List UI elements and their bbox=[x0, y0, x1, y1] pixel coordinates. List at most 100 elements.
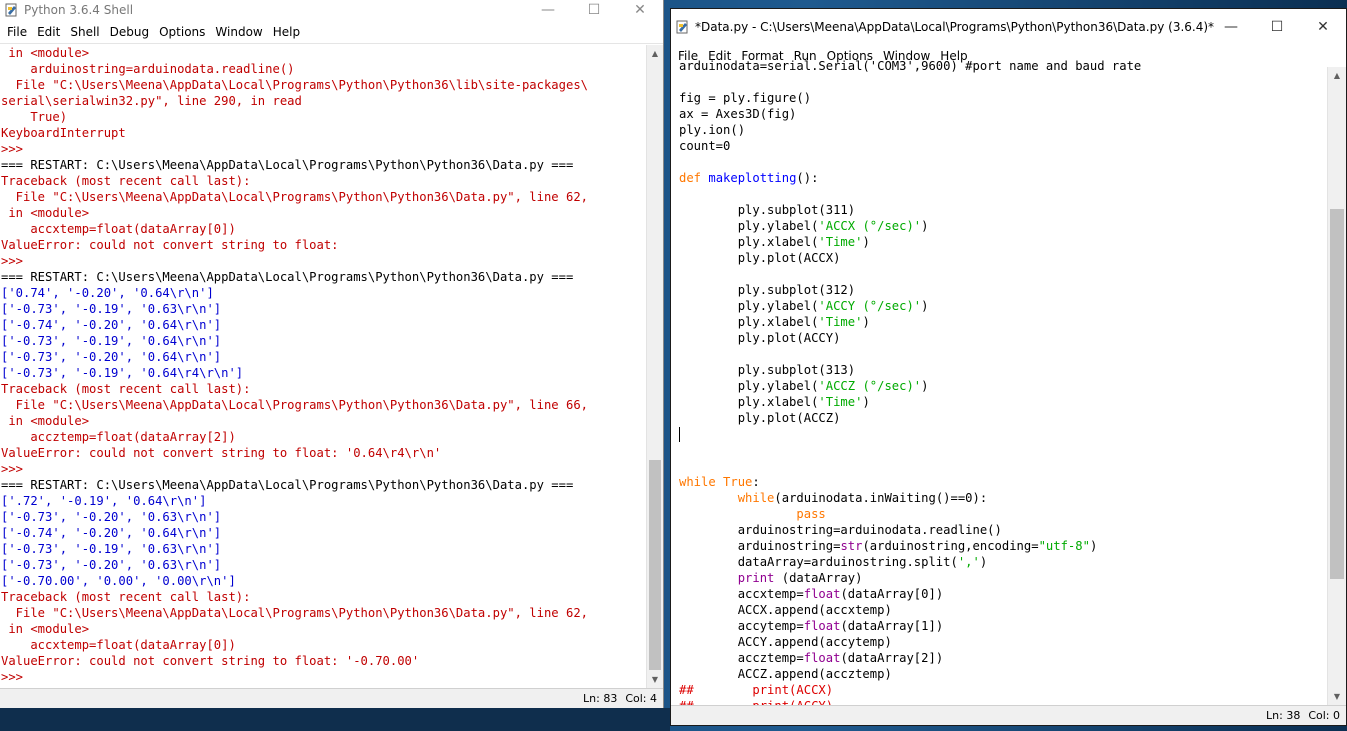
code-line: arduinostring=str(arduinostring,encoding… bbox=[671, 538, 1327, 554]
menu-file[interactable]: File bbox=[2, 25, 32, 39]
text-cursor bbox=[679, 427, 680, 442]
code-token: ) bbox=[1089, 539, 1098, 553]
shell-scrollbar[interactable]: ▲ ▼ bbox=[646, 45, 663, 688]
shell-line: === RESTART: C:\Users\Meena\AppData\Loca… bbox=[1, 270, 574, 284]
shell-line: ['.72', '-0.19', '0.64\r\n'] bbox=[1, 494, 207, 508]
code-token: accztemp= bbox=[679, 651, 804, 665]
code-line: ply.subplot(312) bbox=[671, 282, 1327, 298]
close-icon[interactable]: ✕ bbox=[1300, 9, 1346, 45]
code-line: ply.subplot(311) bbox=[671, 202, 1327, 218]
chevron-up-icon[interactable]: ▲ bbox=[647, 45, 663, 62]
code-token: str bbox=[840, 539, 863, 553]
shell-output[interactable]: in <module> arduinostring=arduinodata.re… bbox=[0, 45, 646, 688]
chevron-down-icon[interactable]: ▼ bbox=[1328, 688, 1346, 705]
code-token: float bbox=[803, 587, 841, 601]
code-token: while bbox=[737, 491, 775, 505]
editor-titlebar[interactable]: *Data.py - C:\Users\Meena\AppData\Local\… bbox=[671, 9, 1346, 45]
code-token: ply.plot(ACCZ) bbox=[679, 411, 841, 425]
shell-line: >>> bbox=[1, 254, 24, 268]
menu-help[interactable]: Help bbox=[268, 25, 305, 39]
menu-debug[interactable]: Debug bbox=[105, 25, 154, 39]
code-area[interactable]: arduinodata=serial.Serial('COM3',9600) #… bbox=[671, 58, 1327, 705]
menu-shell[interactable]: Shell bbox=[65, 25, 104, 39]
shell-line: serial\serialwin32.py", line 290, in rea… bbox=[1, 94, 302, 108]
minimize-icon[interactable]: — bbox=[1208, 9, 1254, 45]
idle-python-icon bbox=[4, 2, 20, 18]
editor-scrollbar[interactable]: ▲ ▼ bbox=[1327, 67, 1346, 705]
minimize-icon[interactable]: — bbox=[525, 0, 571, 20]
code-line: ply.plot(ACCY) bbox=[671, 330, 1327, 346]
scroll-thumb[interactable] bbox=[649, 460, 661, 670]
code-token: ply.plot(ACCX) bbox=[679, 251, 841, 265]
code-token: ply.ylabel( bbox=[679, 299, 819, 313]
shell-line: KeyboardInterrupt bbox=[1, 126, 126, 140]
code-token: ply.subplot(313) bbox=[679, 363, 856, 377]
code-line: while True: bbox=[671, 474, 1327, 490]
shell-line: ValueError: could not convert string to … bbox=[1, 238, 339, 252]
shell-line: arduinostring=arduinodata.readline() bbox=[1, 62, 295, 76]
shell-line: ['-0.73', '-0.20', '0.63\r\n'] bbox=[1, 558, 222, 572]
menu-options[interactable]: Options bbox=[154, 25, 210, 39]
code-token: arduinostring= bbox=[679, 539, 841, 553]
code-line: dataArray=arduinostring.split(',') bbox=[671, 554, 1327, 570]
taskbar-strip bbox=[0, 708, 670, 731]
maximize-icon[interactable]: ☐ bbox=[571, 0, 617, 20]
code-line: print (dataArray) bbox=[671, 570, 1327, 586]
code-token: 'Time' bbox=[818, 235, 863, 249]
code-token: ply.xlabel( bbox=[679, 315, 819, 329]
code-token: arduinodata=serial.Serial('COM3',9600) #… bbox=[679, 59, 1142, 73]
shell-line: File "C:\Users\Meena\AppData\Local\Progr… bbox=[1, 606, 588, 620]
code-token: ply.ylabel( bbox=[679, 379, 819, 393]
shell-line: ['-0.73', '-0.20', '0.63\r\n'] bbox=[1, 510, 222, 524]
menu-window[interactable]: Window bbox=[210, 25, 267, 39]
code-line: def makeplotting(): bbox=[671, 170, 1327, 186]
chevron-down-icon[interactable]: ▼ bbox=[647, 671, 663, 688]
code-token: (dataArray[2]) bbox=[840, 651, 944, 665]
shell-line: ValueError: could not convert string to … bbox=[1, 654, 420, 668]
code-token: ) bbox=[862, 315, 870, 329]
code-line: fig = ply.figure() bbox=[671, 90, 1327, 106]
code-token: while bbox=[679, 475, 724, 489]
code-line: ply.ylabel('ACCX (°/sec)') bbox=[671, 218, 1327, 234]
shell-line: ['-0.73', '-0.19', '0.64\r4\r\n'] bbox=[1, 366, 244, 380]
code-line: accztemp=float(dataArray[2]) bbox=[671, 650, 1327, 666]
code-line: ACCX.append(accxtemp) bbox=[671, 602, 1327, 618]
shell-statusbar: Ln: 83 Col: 4 bbox=[0, 688, 663, 708]
code-token: (arduinostring,encoding= bbox=[862, 539, 1039, 553]
chevron-up-icon[interactable]: ▲ bbox=[1328, 67, 1346, 84]
shell-line: === RESTART: C:\Users\Meena\AppData\Loca… bbox=[1, 158, 574, 172]
column-number: Col: 0 bbox=[1308, 709, 1340, 722]
code-token: 'ACCY (°/sec)' bbox=[818, 299, 922, 313]
scroll-thumb[interactable] bbox=[1330, 209, 1344, 579]
code-line: ply.ion() bbox=[671, 122, 1327, 138]
shell-line: Traceback (most recent call last): bbox=[1, 382, 251, 396]
code-line: ax = Axes3D(fig) bbox=[671, 106, 1327, 122]
code-line: accytemp=float(dataArray[1]) bbox=[671, 618, 1327, 634]
code-token: accytemp= bbox=[679, 619, 804, 633]
code-token: fig = ply.figure() bbox=[679, 91, 812, 105]
code-token: pass bbox=[796, 507, 826, 521]
code-line: ACCY.append(accytemp) bbox=[671, 634, 1327, 650]
close-icon[interactable]: ✕ bbox=[617, 0, 663, 20]
shell-line: accxtemp=float(dataArray[0]) bbox=[1, 638, 236, 652]
shell-line: accztemp=float(dataArray[2]) bbox=[1, 430, 236, 444]
shell-titlebar[interactable]: Python 3.6.4 Shell — ☐ ✕ bbox=[0, 0, 663, 20]
code-line: arduinostring=arduinodata.readline() bbox=[671, 522, 1327, 538]
code-token: ',' bbox=[957, 555, 980, 569]
editor-statusbar: Ln: 38 Col: 0 bbox=[671, 705, 1346, 725]
shell-line: >>> bbox=[1, 142, 24, 156]
code-token: ACCZ.append(accztemp) bbox=[679, 667, 892, 681]
shell-line: True) bbox=[1, 110, 68, 124]
code-token: "utf-8" bbox=[1038, 539, 1090, 553]
code-token: ) bbox=[921, 379, 929, 393]
code-token: (dataArray[1]) bbox=[840, 619, 944, 633]
maximize-icon[interactable]: ☐ bbox=[1254, 9, 1300, 45]
code-token: makeplotting bbox=[708, 171, 797, 185]
shell-line: ValueError: could not convert string to … bbox=[1, 446, 442, 460]
menu-edit[interactable]: Edit bbox=[32, 25, 65, 39]
code-line bbox=[671, 426, 1327, 442]
